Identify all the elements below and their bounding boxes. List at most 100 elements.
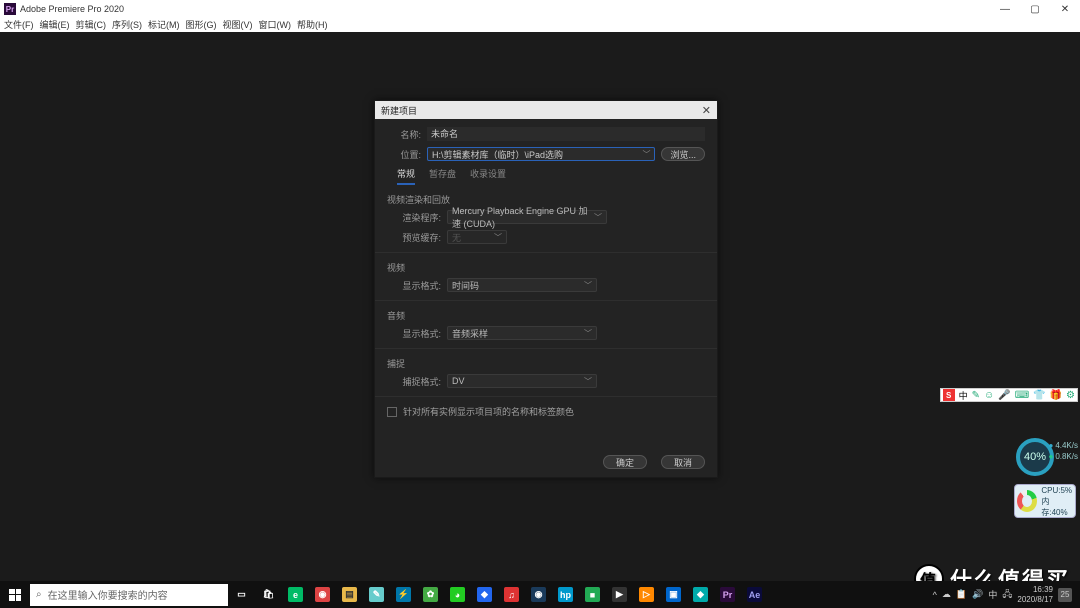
show-names-label: 针对所有实例显示项目项的名称和标签颜色 (403, 405, 574, 418)
tray-volume-icon[interactable]: 🔊 (972, 589, 983, 600)
menu-help[interactable]: 帮助(H) (297, 18, 328, 32)
dialog-close-icon[interactable]: ✕ (702, 104, 711, 117)
taskbar-steam[interactable]: ◉ (525, 581, 552, 608)
ime-toolbar[interactable]: S 中 ✎ ☺ 🎤 ⌨ 👕 🎁 ⚙ (940, 388, 1078, 402)
gauge-down: 0.8K/s (1048, 451, 1078, 462)
taskbar-hp[interactable]: hp (552, 581, 579, 608)
renderer-dropdown[interactable]: Mercury Playback Engine GPU 加速 (CUDA) ﹀ (447, 210, 607, 224)
window-title: Adobe Premiere Pro 2020 (20, 4, 990, 14)
tray-network-icon[interactable]: 🖧 (1002, 587, 1012, 603)
app-icon: Pr (4, 3, 16, 15)
taskbar-edge[interactable]: e (282, 581, 309, 608)
tab-general[interactable]: 常规 (397, 167, 415, 185)
memory-widget[interactable]: CPU:5% 内存:40% (1014, 484, 1076, 518)
taskbar-reader[interactable]: ▣ (660, 581, 687, 608)
ime-lang[interactable]: 中 (959, 389, 968, 402)
taskbar-app1[interactable]: ✿ (417, 581, 444, 608)
new-project-dialog: 新建项目 ✕ 名称: 未命名 位置: H:\剪辑素材库（临时）\iPad选购 ﹀… (374, 100, 718, 478)
cancel-button[interactable]: 取消 (661, 455, 705, 469)
capture-format-dropdown[interactable]: DV ﹀ (447, 374, 597, 388)
menu-clip[interactable]: 剪辑(C) (76, 18, 107, 32)
taskbar-notepad[interactable]: ✎ (363, 581, 390, 608)
taskbar-task-view[interactable]: ▭ (228, 581, 255, 608)
window-titlebar: Pr Adobe Premiere Pro 2020 — ▢ ✕ (0, 0, 1080, 18)
gauge-pct: 40% (1024, 451, 1046, 463)
preview-cache-value: 无 (452, 231, 461, 244)
ime-item-0[interactable]: ✎ (972, 390, 980, 401)
show-names-checkbox[interactable] (387, 407, 397, 417)
wechat-icon: ◕ (450, 587, 465, 602)
menu-graphics[interactable]: 图形(G) (186, 18, 217, 32)
taskbar-thunder[interactable]: ⚡ (390, 581, 417, 608)
taskbar-video[interactable]: ▷ (633, 581, 660, 608)
menu-view[interactable]: 视图(V) (223, 18, 253, 32)
menu-sequence[interactable]: 序列(S) (112, 18, 142, 32)
chevron-down-icon: ﹀ (584, 328, 592, 339)
taskbar: ⌕ 在这里输入你要搜索的内容 ▭🛍e◉▤✎⚡✿◕◆♫◉hp■▶▷▣◆PrAe ^… (0, 581, 1080, 608)
menu-marker[interactable]: 标记(M) (148, 18, 180, 32)
tray-weather-icon[interactable]: ☁ (942, 589, 951, 600)
tray-clipboard-icon[interactable]: 📋 (956, 589, 967, 600)
taskbar-store[interactable]: 🛍 (255, 581, 282, 608)
audio-format-value: 音频采样 (452, 327, 488, 340)
ime-item-4[interactable]: 👕 (1033, 390, 1045, 401)
tray-expand-icon[interactable]: ^ (933, 590, 937, 600)
dialog-titlebar[interactable]: 新建项目 ✕ (375, 101, 717, 119)
maximize-button[interactable]: ▢ (1020, 0, 1050, 18)
ok-button[interactable]: 确定 (603, 455, 647, 469)
ime-item-3[interactable]: ⌨ (1015, 390, 1029, 401)
audio-format-dropdown[interactable]: 音频采样 ﹀ (447, 326, 597, 340)
minimize-button[interactable]: — (990, 0, 1020, 18)
taskbar-explorer[interactable]: ▤ (336, 581, 363, 608)
name-input[interactable]: 未命名 (427, 127, 705, 141)
taskbar-premiere[interactable]: Pr (714, 581, 741, 608)
tray-notification-badge[interactable]: 25 (1058, 588, 1072, 602)
preview-cache-label: 预览缓存: (387, 231, 441, 244)
tray-clock[interactable]: 16:39 2020/8/17 (1017, 585, 1053, 605)
tab-scratch[interactable]: 暂存盘 (429, 167, 456, 185)
search-icon: ⌕ (36, 589, 42, 600)
search-input[interactable]: ⌕ 在这里输入你要搜索的内容 (30, 584, 228, 606)
close-button[interactable]: ✕ (1050, 0, 1080, 18)
taskbar-tencent[interactable]: ◆ (471, 581, 498, 608)
section-video: 视频 (387, 261, 705, 274)
taskbar-chrome[interactable]: ◉ (309, 581, 336, 608)
menu-file[interactable]: 文件(F) (4, 18, 34, 32)
location-dropdown[interactable]: H:\剪辑素材库（临时）\iPad选购 ﹀ (427, 147, 655, 161)
browse-button[interactable]: 浏览... (661, 147, 705, 161)
menu-edit[interactable]: 编辑(E) (40, 18, 70, 32)
menubar: 文件(F) 编辑(E) 剪辑(C) 序列(S) 标记(M) 图形(G) 视图(V… (0, 18, 1080, 32)
taskbar-app2[interactable]: ■ (579, 581, 606, 608)
taskbar-app3[interactable]: ◆ (687, 581, 714, 608)
name-label: 名称: (387, 128, 421, 141)
gauge-up: 4.4K/s (1048, 440, 1078, 451)
taskbar-netease[interactable]: ♫ (498, 581, 525, 608)
start-button[interactable] (0, 581, 30, 608)
tray-ime-icon[interactable]: 中 (988, 588, 997, 601)
capture-format-label: 捕捉格式: (387, 375, 441, 388)
chevron-down-icon: ﹀ (584, 376, 592, 387)
chevron-down-icon: ﹀ (642, 149, 650, 160)
ime-item-5[interactable]: 🎁 (1050, 390, 1062, 401)
ime-item-6[interactable]: ⚙ (1066, 390, 1075, 401)
ime-item-2[interactable]: 🎤 (998, 390, 1010, 401)
edge-icon: e (288, 587, 303, 602)
taskbar-apps: ▭🛍e◉▤✎⚡✿◕◆♫◉hp■▶▷▣◆PrAe (228, 581, 768, 608)
taskbar-music[interactable]: ▶ (606, 581, 633, 608)
video-format-value: 时间码 (452, 279, 479, 292)
dialog-tabs: 常规 暂存盘 收录设置 (397, 167, 705, 185)
taskbar-ae[interactable]: Ae (741, 581, 768, 608)
chevron-down-icon: ﹀ (594, 212, 602, 223)
dialog-title: 新建项目 (381, 104, 702, 117)
video-format-dropdown[interactable]: 时间码 ﹀ (447, 278, 597, 292)
app3-icon: ◆ (693, 587, 708, 602)
task-view-icon: ▭ (234, 587, 249, 602)
chevron-down-icon: ﹀ (584, 280, 592, 291)
tab-ingest[interactable]: 收录设置 (470, 167, 506, 185)
menu-window[interactable]: 窗口(W) (259, 18, 292, 32)
tencent-icon: ◆ (477, 587, 492, 602)
taskbar-wechat[interactable]: ◕ (444, 581, 471, 608)
ime-logo-icon: S (943, 389, 955, 401)
ae-icon: Ae (747, 587, 762, 602)
ime-item-1[interactable]: ☺ (984, 390, 994, 401)
